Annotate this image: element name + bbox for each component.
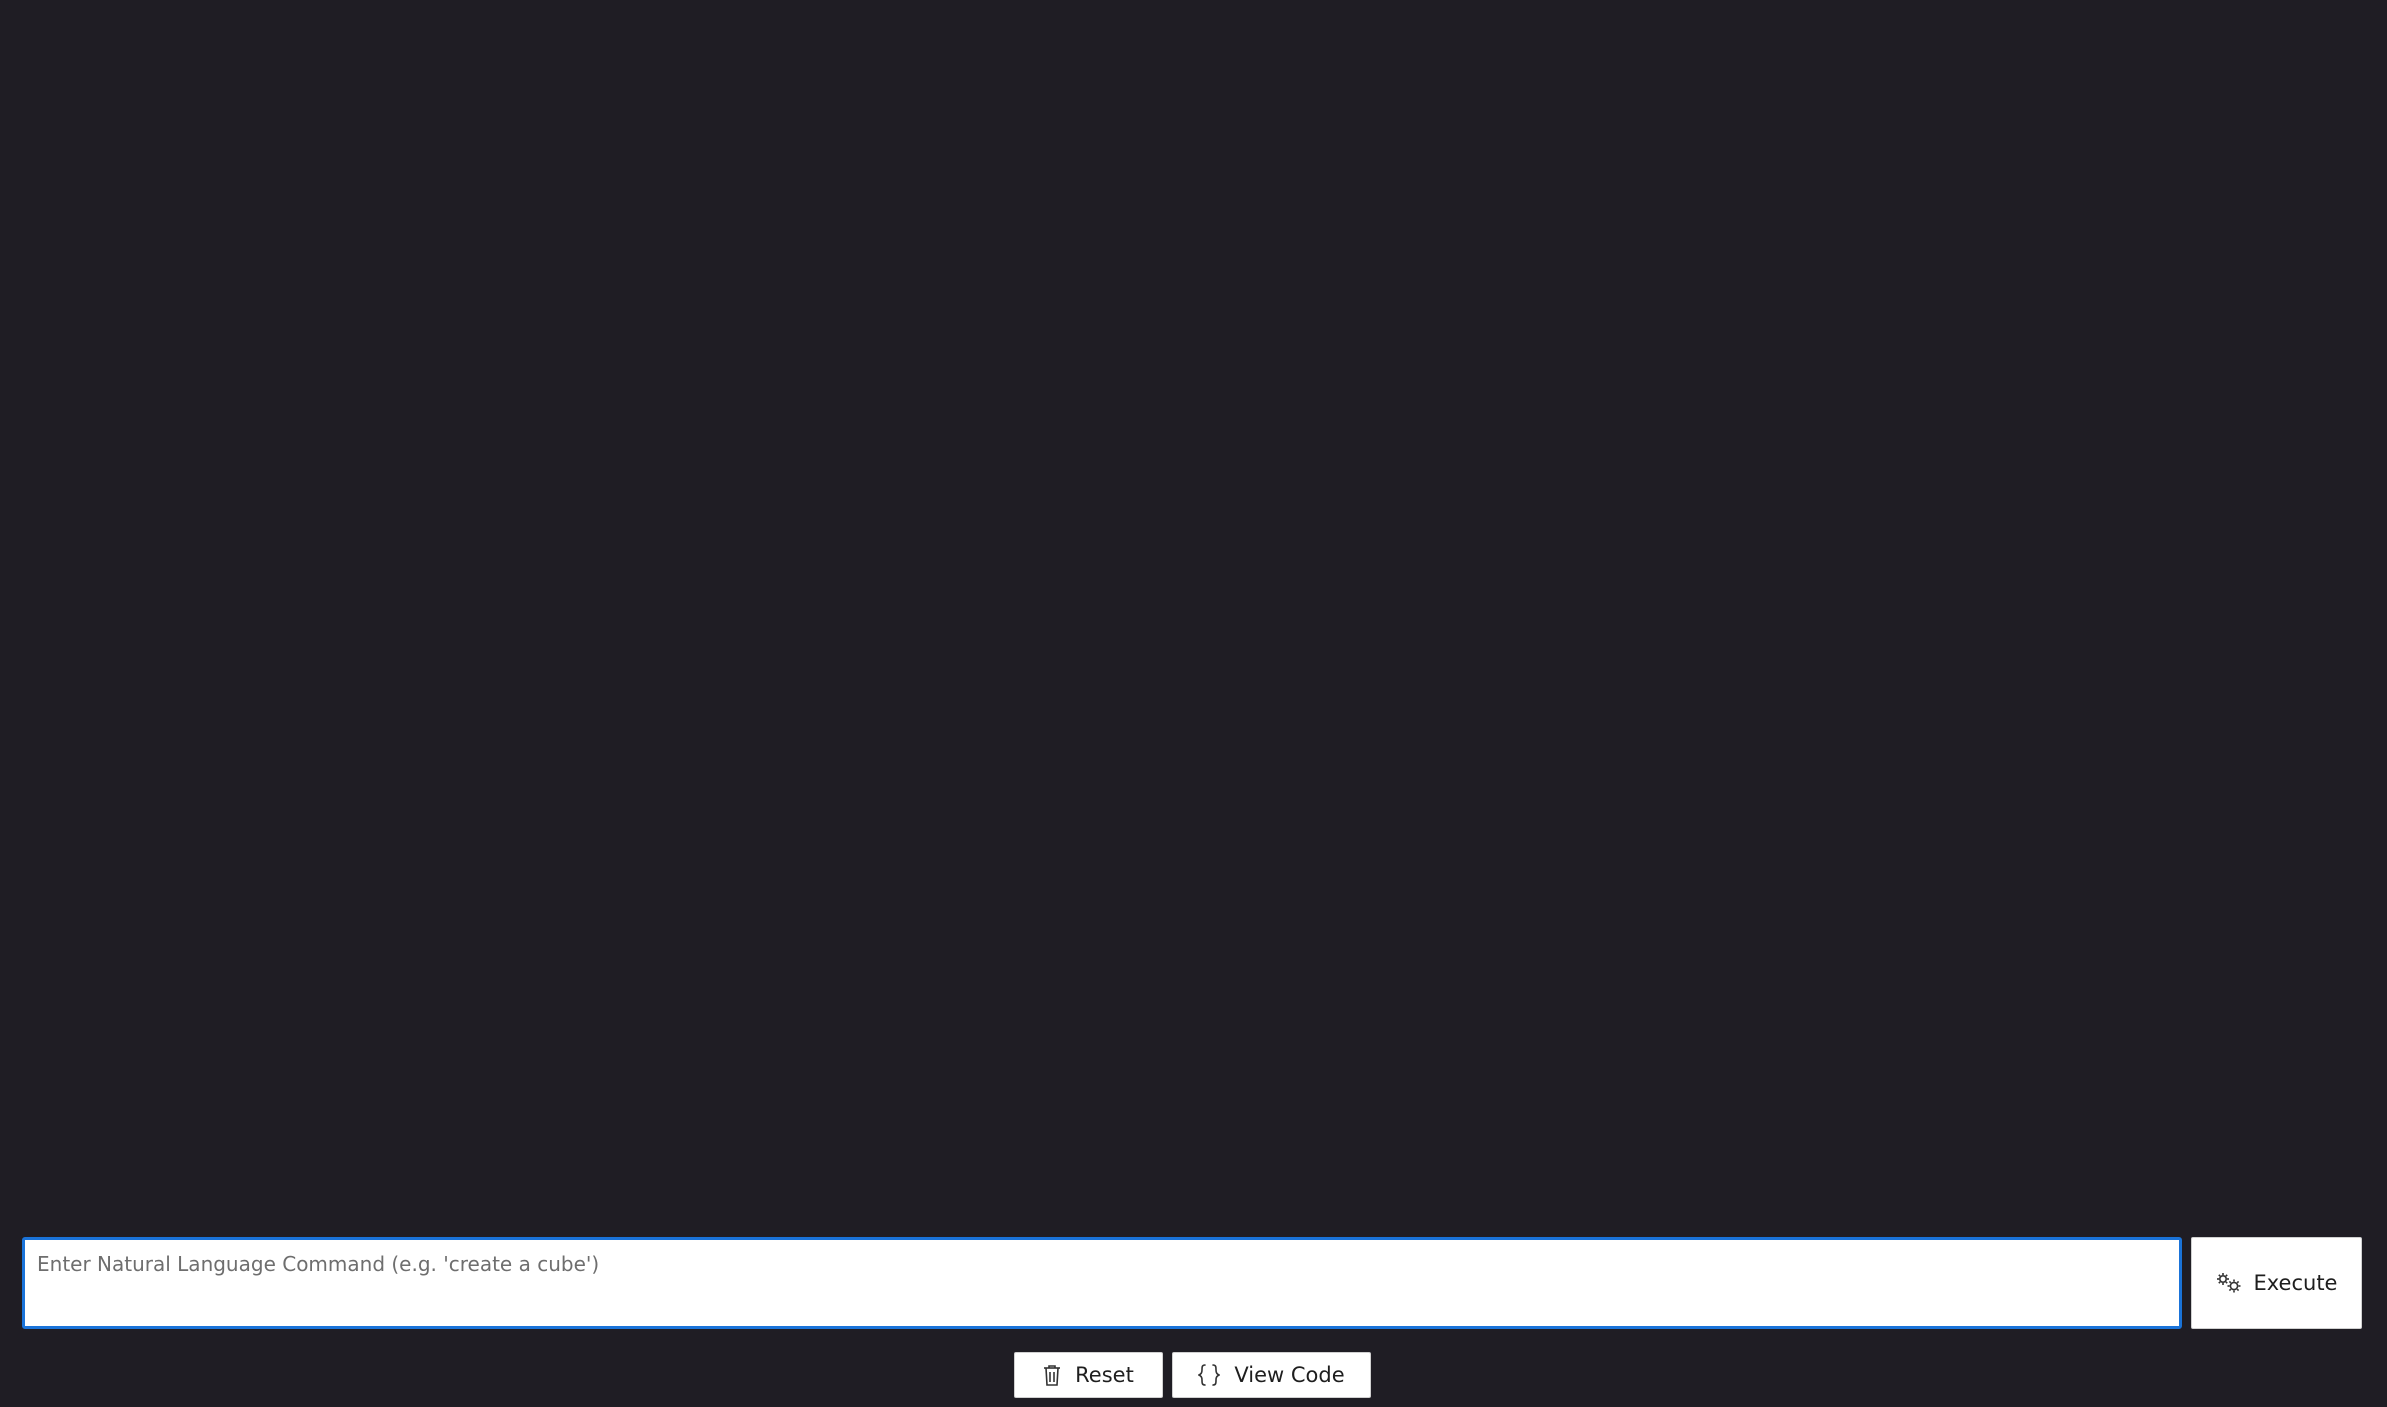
gears-icon xyxy=(2216,1272,2242,1294)
command-input[interactable] xyxy=(22,1237,2182,1329)
reset-label: Reset xyxy=(1075,1363,1134,1387)
command-bar: Execute xyxy=(22,1237,2362,1331)
reset-button[interactable]: Reset xyxy=(1014,1352,1163,1398)
braces-icon xyxy=(1198,1364,1221,1386)
action-button-row: Reset View Code xyxy=(1014,1352,1371,1398)
view-code-label: View Code xyxy=(1234,1363,1345,1387)
execute-label: Execute xyxy=(2253,1271,2338,1295)
trash-icon xyxy=(1043,1364,1061,1386)
execute-button[interactable]: Execute xyxy=(2191,1237,2362,1329)
scene-viewport[interactable] xyxy=(0,0,2387,1230)
view-code-button[interactable]: View Code xyxy=(1172,1352,1371,1398)
